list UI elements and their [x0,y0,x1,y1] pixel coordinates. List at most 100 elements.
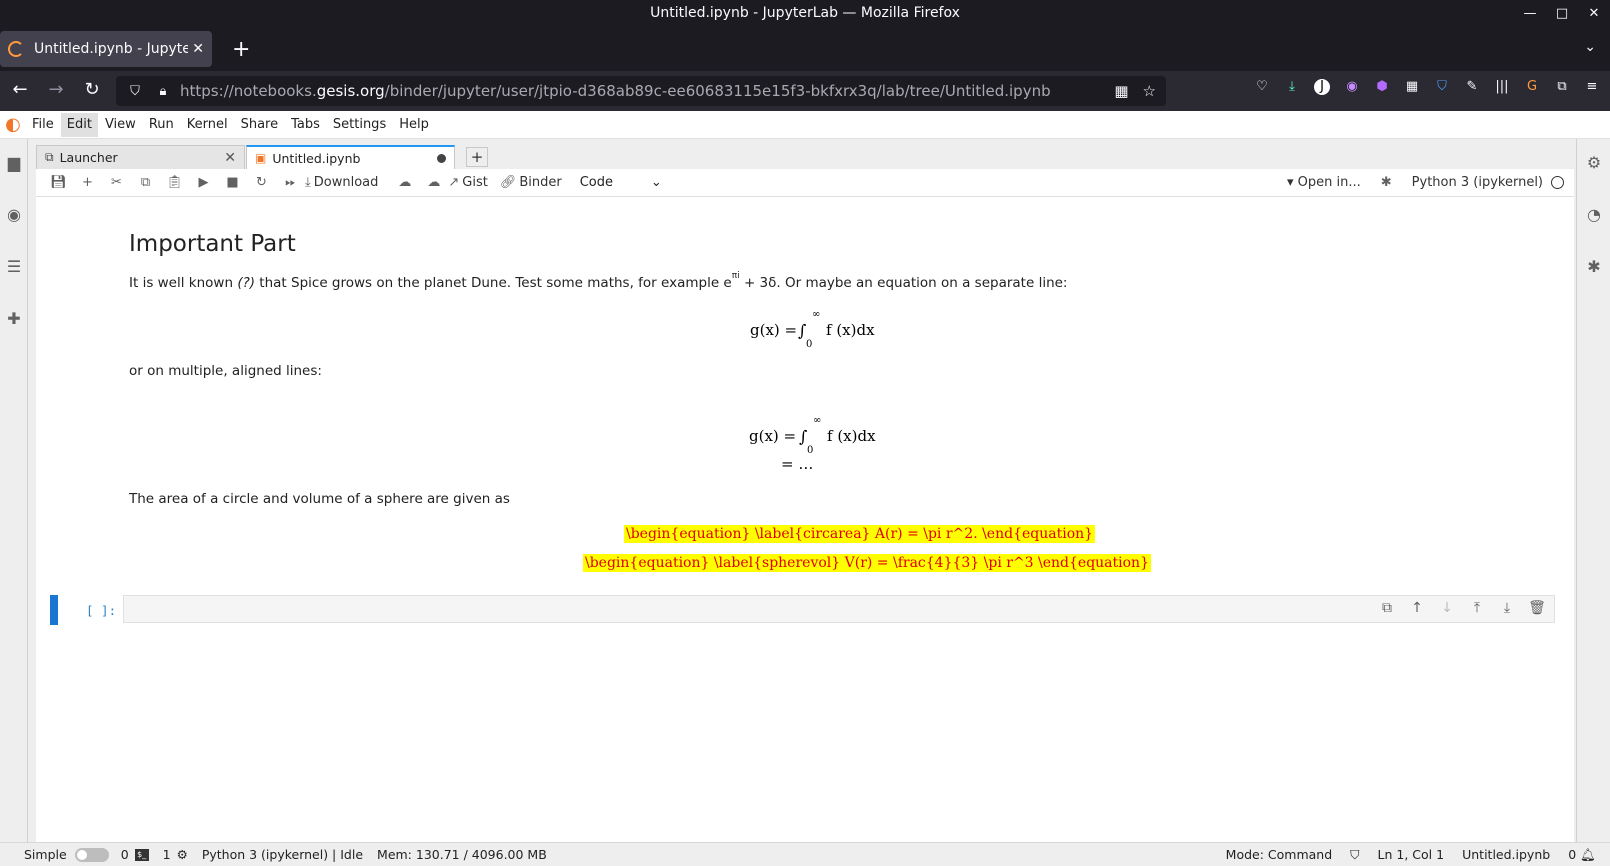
notebook-content: Important Part It is well known (?) that… [36,197,1574,842]
lock-icon[interactable]: 🔒︎ [152,84,174,99]
paragraph-3: The area of a circle and volume of a sph… [129,491,510,507]
tab-launcher-label: Launcher [59,150,118,165]
list-tabs-icon[interactable]: ⌄ [1584,39,1596,55]
move-down-icon[interactable]: ↓ [1438,600,1456,616]
download-button[interactable]: ⤓ Download [305,175,378,190]
insert-cell-icon[interactable]: + [73,175,102,190]
copy-icon[interactable]: ⧉ [131,175,160,190]
extensions-toolbar: ♡ ⤓ J ◉ ⬢ ▦ ⛉ ✎ ||| G ⧉ ≡ [1254,79,1600,95]
extensions-icon[interactable]: ⧉ [1554,79,1570,95]
url-prefix: https://notebooks. [180,82,317,100]
qr-code-icon[interactable]: ▦ [1114,82,1128,100]
back-icon[interactable]: ← [8,79,32,100]
close-launcher-icon[interactable]: ✕ [224,150,236,166]
cloud-upload-icon[interactable]: ☁ [419,175,448,190]
kernel-chip-icon: ⚙ [176,847,188,862]
bitwarden-icon[interactable]: ⛉ [1434,79,1450,95]
duplicate-cell-icon[interactable]: ⧉ [1378,600,1396,616]
menu-tabs[interactable]: Tabs [285,113,326,137]
kernel-name: Python 3 (ipykernel) [1411,175,1543,190]
extension-orange-icon[interactable]: G [1524,79,1540,95]
extension-j-icon[interactable]: J [1314,79,1330,95]
pocket-icon[interactable]: ♡ [1254,79,1270,95]
save-icon[interactable]: 💾︎ [44,175,73,190]
new-tab-icon[interactable]: + [232,37,250,62]
delete-cell-icon[interactable]: 🗑︎ [1528,600,1546,616]
paste-icon[interactable]: 📋︎ [160,175,189,190]
window-title: Untitled.ipynb - JupyterLab — Mozilla Fi… [650,5,960,21]
cursor-position[interactable]: Ln 1, Col 1 [1378,847,1445,862]
resource-gauge-icon[interactable]: ◔ [1584,205,1604,225]
app-menu-icon[interactable]: ≡ [1584,79,1600,95]
cloud-download-icon[interactable]: ☁ [390,175,419,190]
extension-grid-icon[interactable]: ▦ [1404,79,1420,95]
left-sidebar: ▆ ◉ ☰ ✚ [0,139,28,842]
downloads-icon[interactable]: ⤓ [1284,79,1300,95]
extension-color-icon[interactable]: ◉ [1344,79,1360,95]
para1-a: It is well known [129,275,238,291]
binder-button[interactable]: 🔗︎ Binder [500,175,562,190]
menu-view[interactable]: View [99,113,142,137]
kernels-status[interactable]: 1 ⚙ [163,847,188,862]
eq1-lower: 0 [806,339,813,350]
folder-icon[interactable]: ▆ [4,153,24,173]
stop-icon[interactable]: ■ [218,175,247,190]
gist-button[interactable]: ↗ Gist [448,175,487,190]
shield-icon[interactable]: ⛉ [124,84,146,99]
extension-hex-icon[interactable]: ⬢ [1374,79,1390,95]
simple-mode-toggle[interactable] [74,847,109,862]
document-tabbar: ⧉ Launcher ✕ ▣ Untitled.ipynb + [36,143,1574,169]
url-bar[interactable]: ⛉ 🔒︎ https://notebooks. gesis.org/binder/… [116,76,1166,106]
open-in-button[interactable]: ▾ Open in... [1287,175,1361,190]
running-stop-icon[interactable]: ◉ [4,205,24,225]
kernel-status-text[interactable]: Python 3 (ipykernel) | Idle [202,847,363,862]
move-up-icon[interactable]: ↑ [1408,600,1426,616]
kernel-name-button[interactable]: Python 3 (ipykernel) [1412,175,1564,190]
run-icon[interactable]: ▶ [189,175,218,190]
property-inspector-icon[interactable]: ⚙ [1584,153,1604,173]
unsaved-dot-icon[interactable] [437,153,446,163]
extension-puzzle-icon[interactable]: ✚ [4,309,24,329]
terminals-status[interactable]: 0 $_ [121,847,149,862]
insert-below-icon[interactable]: ⤓ [1498,600,1516,616]
extension-bird-icon[interactable]: ✎ [1464,79,1480,95]
eq1-upper: ∞ [812,309,821,320]
maximize-icon[interactable]: □ [1554,0,1570,27]
menu-edit[interactable]: Edit [60,112,98,137]
reload-icon[interactable]: ↻ [80,79,104,100]
insert-above-icon[interactable]: ⤒ [1468,600,1486,616]
menu-help[interactable]: Help [393,113,435,137]
trusted-shield-icon[interactable]: ⛉ [1350,847,1359,863]
cut-icon[interactable]: ✂ [102,175,131,190]
forward-icon[interactable]: → [44,79,68,100]
code-cell[interactable]: [ ]: ⧉ ↑ ↓ ⤒ ⤓ 🗑︎ [50,595,1560,625]
debugger-icon[interactable]: ✱ [1381,175,1392,190]
menu-settings[interactable]: Settings [327,113,392,137]
library-icon[interactable]: ||| [1494,79,1510,95]
latex-error-spherevol: \begin{equation} \label{spherevol} V(r) … [583,554,1151,572]
cell-type-select[interactable]: Code ⌄ [580,175,662,190]
tab-launcher[interactable]: ⧉ Launcher ✕ [36,145,245,169]
restart-icon[interactable]: ↻ [247,175,276,190]
code-editor[interactable]: ⧉ ↑ ↓ ⤒ ⤓ 🗑︎ [123,595,1555,623]
statusbar: Simple 0 $_ 1 ⚙ Python 3 (ipykernel) | Idl… [0,842,1610,866]
close-window-icon[interactable]: ✕ [1586,0,1602,27]
minimize-icon[interactable]: — [1522,0,1538,27]
eq2-integral: ∫ [799,427,808,446]
bookmark-star-icon[interactable]: ☆ [1143,82,1156,100]
browser-tab[interactable]: Untitled.ipynb - JupyterLa ✕ [0,31,212,67]
close-tab-icon[interactable]: ✕ [192,41,204,57]
tab-notebook[interactable]: ▣ Untitled.ipynb [246,145,455,169]
menu-file[interactable]: File [26,113,60,137]
toolbar-right: ▾ Open in... ✱ Python 3 (ipykernel) [1287,175,1574,190]
menu-run[interactable]: Run [143,113,180,137]
notifications-button[interactable]: 0 🔔︎ [1568,847,1596,863]
run-all-icon[interactable]: ⏩︎ [276,175,305,190]
eq1-lhs: g(x) = [750,321,798,339]
menu-share[interactable]: Share [235,113,285,137]
debugger-bug-icon[interactable]: ✱ [1584,257,1604,277]
toc-list-icon[interactable]: ☰ [4,257,24,277]
add-tab-icon[interactable]: + [466,147,488,167]
menu-kernel[interactable]: Kernel [181,113,234,137]
notifications-count: 0 [1568,846,1577,862]
